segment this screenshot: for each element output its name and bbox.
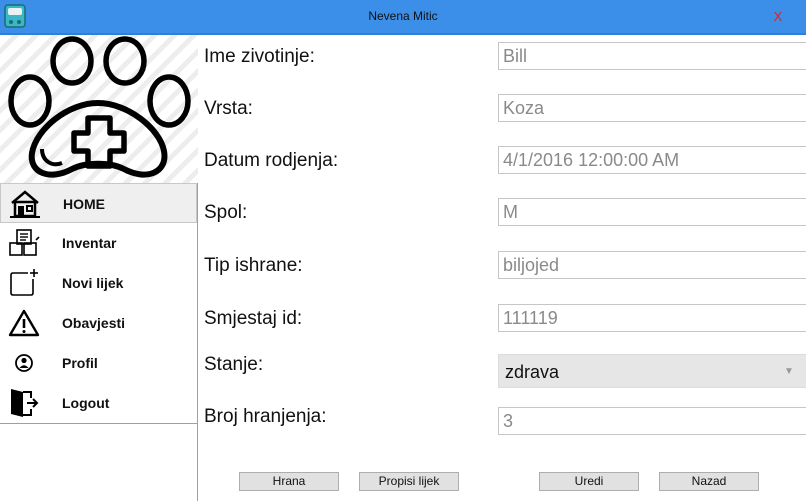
label-broj-hranjenja: Broj hranjenja:: [204, 406, 327, 427]
prescribe-button[interactable]: Propisi lijek: [359, 472, 459, 491]
status-select[interactable]: zdrava ▼: [498, 354, 806, 388]
nav-obavjesti-label: Obavjesti: [62, 315, 126, 331]
nav-profil[interactable]: Profil: [0, 343, 197, 383]
nav-novi-lijek[interactable]: Novi lijek: [0, 263, 197, 303]
birthdate-field[interactable]: 4/1/2016 12:00:00 AM: [498, 146, 806, 174]
nav-profil-label: Profil: [62, 355, 98, 371]
user-icon: [15, 354, 33, 372]
close-button[interactable]: X: [766, 0, 790, 33]
paw-logo: [0, 35, 198, 183]
species-field[interactable]: Koza: [498, 94, 806, 122]
label-ime-zivotinje: Ime zivotinje:: [204, 46, 315, 67]
nav-inventar-label: Inventar: [62, 235, 117, 251]
diet-field[interactable]: biljojed: [498, 251, 806, 279]
label-smjestaj-id: Smjestaj id:: [204, 308, 303, 329]
sex-field[interactable]: M: [498, 198, 806, 226]
label-tip-ishrane: Tip ishrane:: [204, 255, 303, 276]
warning-icon: [8, 309, 40, 337]
nav-inventar[interactable]: Inventar: [0, 223, 197, 263]
home-icon: [10, 190, 40, 218]
sidebar: HOME Inventar Novi lijek Obavjesti Profi…: [0, 35, 198, 501]
paw-medical-icon: [8, 36, 191, 178]
sidebar-divider: [0, 423, 198, 424]
chevron-down-icon: ▼: [784, 366, 794, 377]
housing-id-field[interactable]: 111119: [498, 304, 806, 332]
edit-button[interactable]: Uredi: [539, 472, 639, 491]
window-title: Nevena Mitic: [368, 9, 438, 23]
label-datum-rodjenja: Datum rodjenja:: [204, 150, 339, 171]
food-button[interactable]: Hrana: [239, 472, 339, 491]
nav-home[interactable]: HOME: [0, 183, 197, 223]
nav-logout-label: Logout: [62, 395, 110, 411]
nav-home-label: HOME: [63, 196, 105, 212]
label-spol: Spol:: [204, 202, 248, 223]
label-stanje: Stanje:: [204, 354, 264, 375]
new-item-icon: [10, 269, 38, 296]
feedings-field[interactable]: 3: [498, 407, 806, 435]
nav-novi-lijek-label: Novi lijek: [62, 275, 124, 291]
title-bar: Nevena Mitic X: [0, 0, 806, 33]
exit-door-icon: [11, 389, 39, 417]
inventory-icon: [9, 229, 40, 256]
nav-logout[interactable]: Logout: [0, 383, 197, 423]
back-button[interactable]: Nazad: [659, 472, 759, 491]
label-vrsta: Vrsta:: [204, 98, 253, 119]
name-field[interactable]: Bill: [498, 42, 806, 70]
status-select-value: zdrava: [505, 362, 560, 382]
nav-obavjesti[interactable]: Obavjesti: [0, 303, 197, 343]
